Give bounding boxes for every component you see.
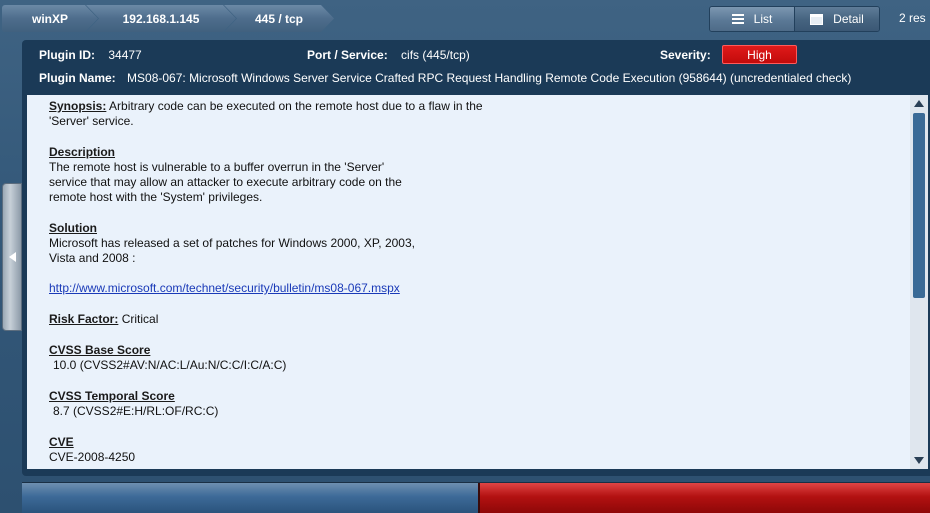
description-section: Description The remote host is vulnerabl… <box>49 145 889 205</box>
port-service: Port / Service: cifs (445/tcp) <box>307 48 470 62</box>
severity-label: Severity: <box>660 48 711 62</box>
list-view-label: List <box>753 12 773 26</box>
severity-distribution-bar <box>22 482 930 513</box>
plugin-name-value: MS08-067: Microsoft Windows Server Servi… <box>127 71 852 85</box>
detail-view-button[interactable]: Detail <box>795 7 879 31</box>
severity-badge: High <box>722 45 797 64</box>
cvss-temporal-label: CVSS Temporal Score <box>49 389 175 403</box>
synopsis-text: Arbitrary code can be executed on the re… <box>109 99 483 113</box>
port-service-label: Port / Service: <box>307 48 388 62</box>
cve-section: CVE CVE-2008-4250 <box>49 435 889 465</box>
cvss-base-label: CVSS Base Score <box>49 343 151 357</box>
solution-section: Solution Microsoft has released a set of… <box>49 221 889 296</box>
plugin-detail-panel: Plugin ID: 34477 Port / Service: cifs (4… <box>22 40 930 476</box>
view-toggle: List Detail <box>709 6 880 32</box>
cvss-base-value: 10.0 (CVSS2#AV:N/AC:L/Au:N/C:C/I:C/A:C) <box>53 358 287 372</box>
plugin-id: Plugin ID: 34477 <box>39 48 142 62</box>
cvss-base-section: CVSS Base Score 10.0 (CVSS2#AV:N/AC:L/Au… <box>49 343 889 373</box>
content-scrollbar[interactable] <box>910 95 928 469</box>
severity: Severity: <box>660 48 711 62</box>
breadcrumb-port[interactable]: 445 / tcp <box>224 5 334 32</box>
cve-value: CVE-2008-4250 <box>49 450 136 464</box>
plugin-id-label: Plugin ID: <box>39 48 95 62</box>
risk-factor-label: Risk Factor: <box>49 312 119 326</box>
cvss-temporal-value: 8.7 (CVSS2#E:H/RL:OF/RC:C) <box>53 404 219 418</box>
detail-icon <box>810 13 824 25</box>
synopsis-label: Synopsis: <box>49 99 107 113</box>
risk-factor-value: Critical <box>121 312 159 326</box>
description-text: The remote host is vulnerable to a buffe… <box>49 160 402 204</box>
detail-view-label: Detail <box>833 12 864 26</box>
breadcrumb-host-group[interactable]: winXP <box>2 5 98 32</box>
risk-factor-section: Risk Factor: Critical <box>49 312 889 327</box>
plugin-id-value: 34477 <box>108 48 142 62</box>
plugin-name-label: Plugin Name: <box>39 71 116 85</box>
list-icon <box>731 14 744 24</box>
breadcrumb: winXP 192.168.1.145 445 / tcp List Detai… <box>0 0 930 38</box>
arrow-left-icon <box>8 252 16 262</box>
list-view-button[interactable]: List <box>710 7 795 31</box>
solution-text: Microsoft has released a set of patches … <box>49 236 415 265</box>
severity-segment-info[interactable] <box>22 483 478 513</box>
cvss-temporal-section: CVSS Temporal Score 8.7 (CVSS2#E:H/RL:OF… <box>49 389 889 419</box>
plugin-name: Plugin Name: MS08-067: Microsoft Windows… <box>39 71 851 85</box>
plugin-details-content[interactable]: Synopsis: Arbitrary code can be executed… <box>27 95 910 469</box>
breadcrumb-host[interactable]: 192.168.1.145 <box>86 5 236 32</box>
cve-label: CVE <box>49 435 74 449</box>
scroll-down-icon[interactable] <box>914 457 924 464</box>
synopsis-text-cont: 'Server' service. <box>49 114 134 128</box>
solution-link[interactable]: http://www.microsoft.com/technet/securit… <box>49 281 400 295</box>
severity-segment-high[interactable] <box>478 483 930 513</box>
scrollbar-thumb[interactable] <box>913 113 925 298</box>
scroll-up-icon[interactable] <box>914 100 924 107</box>
result-count: 2 res <box>899 11 926 25</box>
collapse-panel-handle[interactable] <box>2 183 22 331</box>
port-service-value: cifs (445/tcp) <box>401 48 470 62</box>
description-label: Description <box>49 145 116 159</box>
synopsis-section: Synopsis: Arbitrary code can be executed… <box>49 99 889 129</box>
solution-label: Solution <box>49 221 97 235</box>
